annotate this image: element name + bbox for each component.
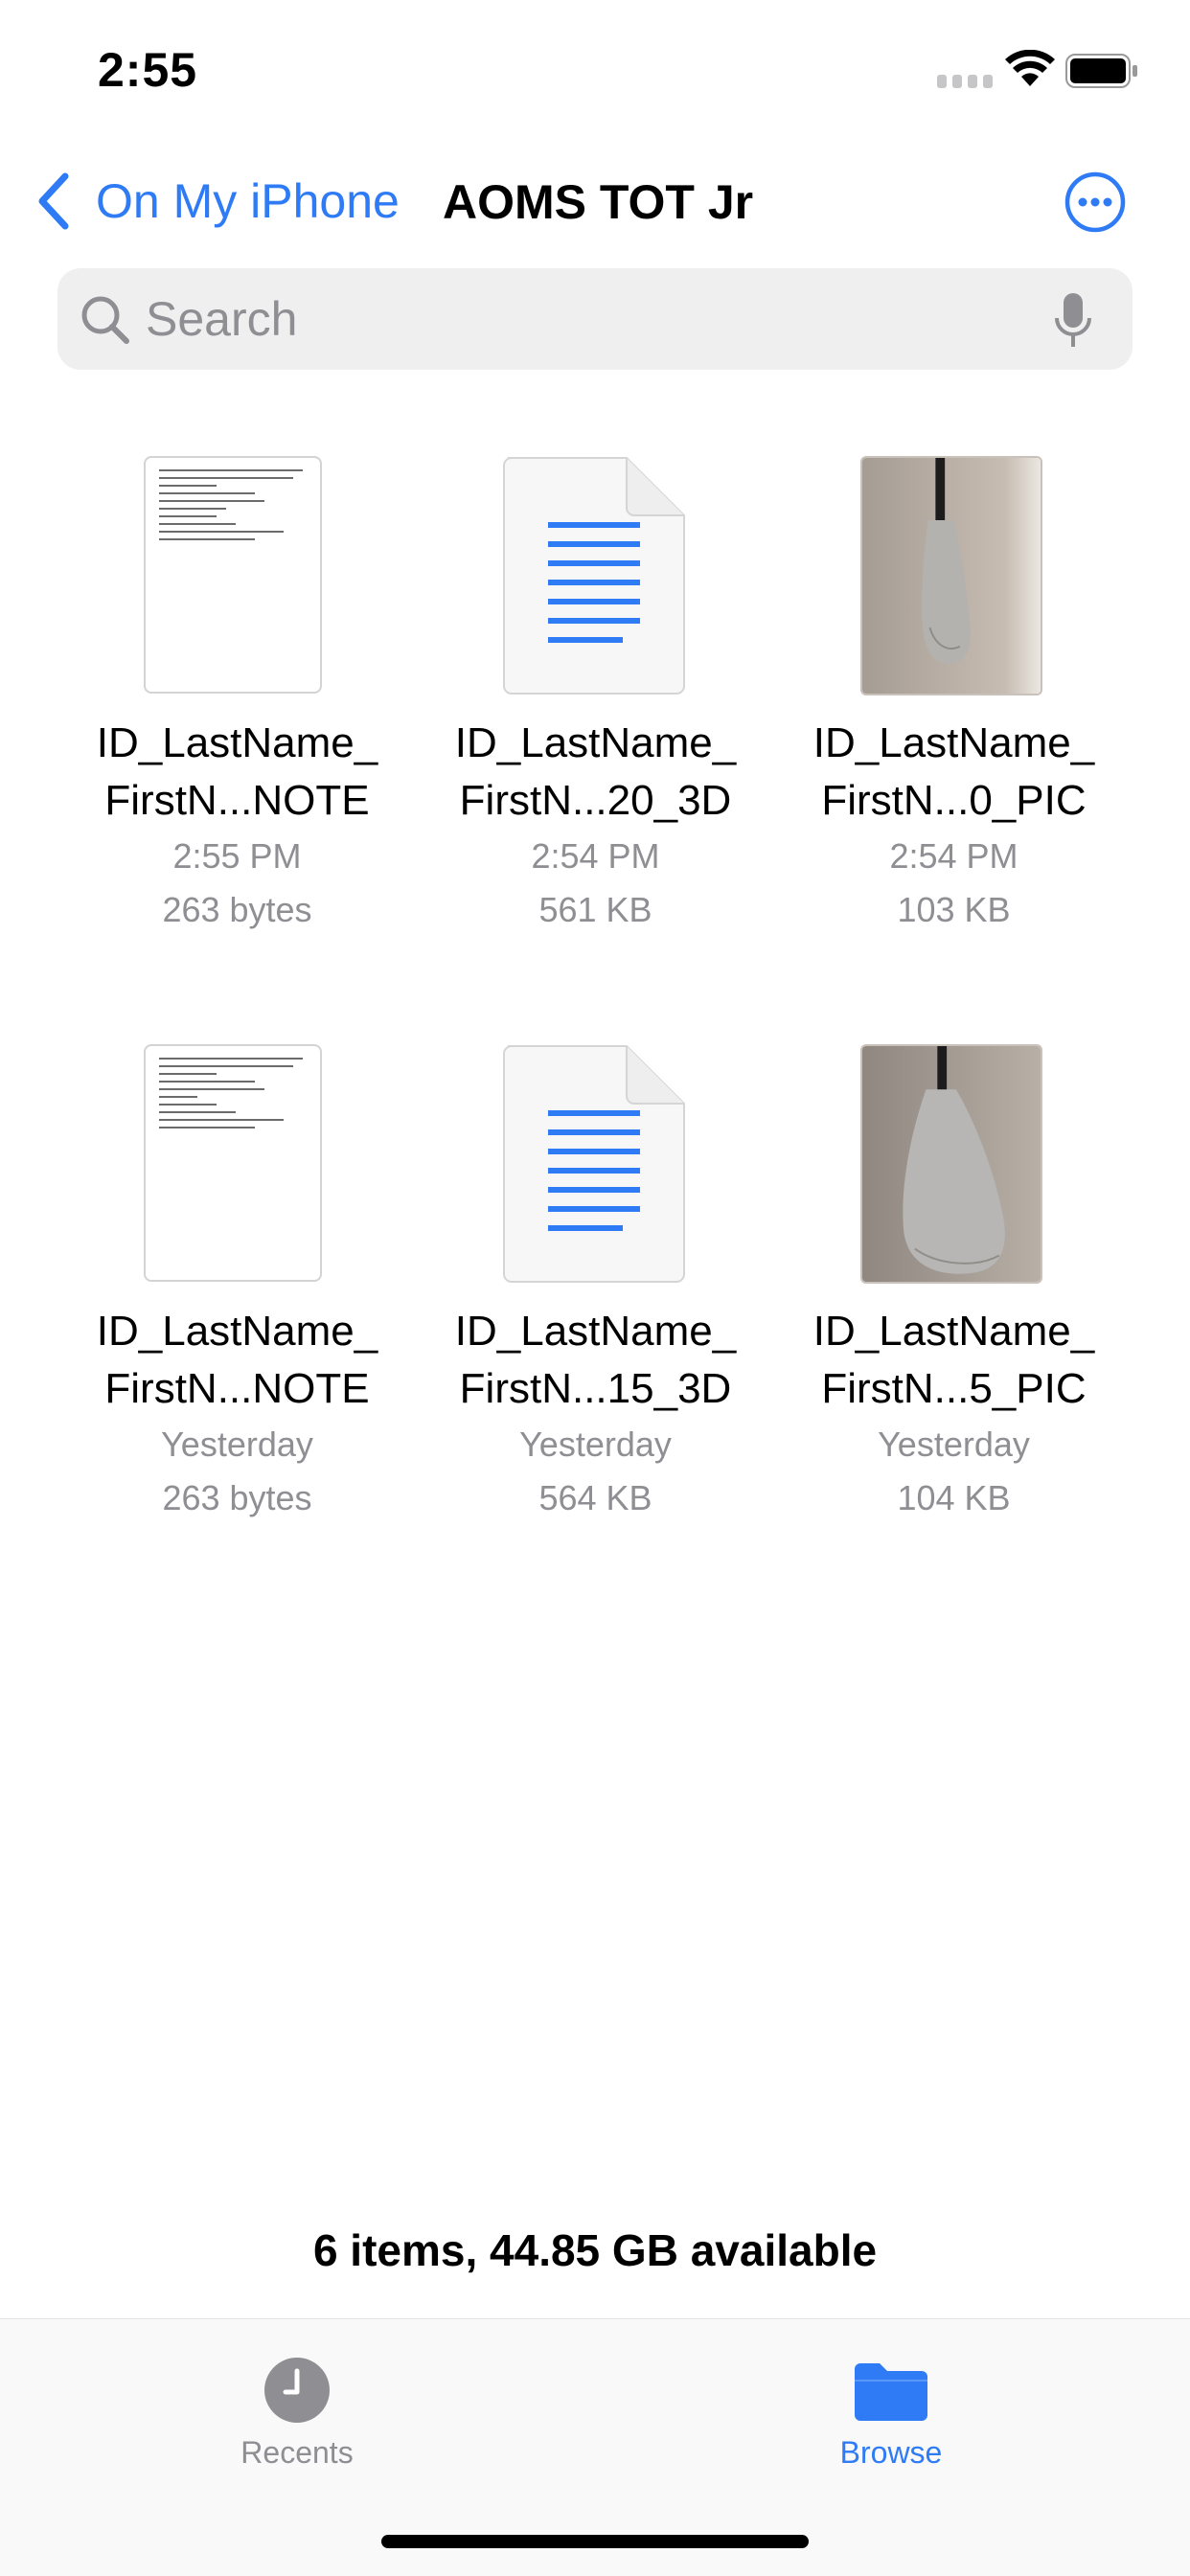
note-thumbnail xyxy=(144,456,322,694)
file-name: ID_LastName_ FirstN...NOTE xyxy=(57,715,417,830)
file-date: Yesterday xyxy=(161,1425,313,1464)
file-name: ID_LastName_ FirstN...5_PIC xyxy=(774,1303,1133,1418)
tab-browse[interactable]: Browse xyxy=(776,2356,1006,2471)
status-time: 2:55 xyxy=(98,43,198,97)
file-date: Yesterday xyxy=(878,1425,1030,1464)
back-button[interactable]: On My iPhone xyxy=(34,172,400,230)
microphone-icon[interactable] xyxy=(1054,291,1092,351)
photo-thumbnail xyxy=(860,456,1042,695)
file-name: ID_LastName_ FirstN...0_PIC xyxy=(774,715,1133,830)
file-size: 263 bytes xyxy=(162,890,312,929)
file-name-line2: FirstN...20_3D xyxy=(459,777,732,824)
file-size: 564 KB xyxy=(538,1478,652,1517)
file-name-line1: ID_LastName_ xyxy=(454,1308,737,1355)
file-name-line2: FirstN...NOTE xyxy=(104,1365,370,1412)
file-item[interactable]: ID_LastName_ FirstN...NOTE 2:55 PM 263 b… xyxy=(57,441,417,937)
file-size: 104 KB xyxy=(897,1478,1011,1517)
back-label: On My iPhone xyxy=(96,174,400,228)
file-date: 2:54 PM xyxy=(889,836,1018,876)
file-name-line2: FirstN...NOTE xyxy=(104,777,370,824)
file-date: Yesterday xyxy=(519,1425,672,1464)
file-name: ID_LastName_ FirstN...15_3D xyxy=(416,1303,775,1418)
file-item[interactable]: ID_LastName_ FirstN...5_PIC Yesterday 10… xyxy=(774,1029,1133,1525)
file-name-line1: ID_LastName_ xyxy=(812,719,1095,766)
clock-icon xyxy=(264,2358,330,2423)
search-icon xyxy=(81,296,129,344)
cellular-signal-icon xyxy=(937,75,993,88)
status-bar: 2:55 xyxy=(0,0,1190,144)
tab-recents[interactable]: Recents xyxy=(182,2356,412,2471)
storage-status: 6 items, 44.85 GB available xyxy=(312,2225,878,2275)
file-name-line1: ID_LastName_ xyxy=(454,719,737,766)
more-options-icon[interactable] xyxy=(1064,171,1127,234)
document-icon xyxy=(503,457,685,695)
tab-label: Browse xyxy=(839,2435,943,2470)
chevron-left-icon xyxy=(38,172,69,230)
file-size: 561 KB xyxy=(538,890,652,929)
file-item[interactable]: ID_LastName_ FirstN...NOTE Yesterday 263… xyxy=(57,1029,417,1525)
page-title: AOMS TOT Jr xyxy=(443,175,754,229)
folder-icon xyxy=(855,2363,927,2421)
wifi-icon xyxy=(1005,50,1055,86)
tab-label: Recents xyxy=(240,2435,354,2470)
file-name: ID_LastName_ FirstN...NOTE xyxy=(57,1303,417,1418)
file-name-line1: ID_LastName_ xyxy=(812,1308,1095,1355)
file-name-line1: ID_LastName_ xyxy=(96,1308,378,1355)
file-name-line2: FirstN...0_PIC xyxy=(821,777,1087,824)
file-name-line1: ID_LastName_ xyxy=(96,719,378,766)
note-thumbnail xyxy=(144,1044,322,1282)
file-item[interactable]: ID_LastName_ FirstN...15_3D Yesterday 56… xyxy=(416,1029,775,1525)
home-indicator xyxy=(381,2535,809,2548)
battery-icon xyxy=(1065,54,1137,88)
file-item[interactable]: ID_LastName_ FirstN...20_3D 2:54 PM 561 … xyxy=(416,441,775,937)
navigation-bar: On My iPhone AOMS TOT Jr xyxy=(0,153,1190,249)
file-name: ID_LastName_ FirstN...20_3D xyxy=(416,715,775,830)
file-name-line2: FirstN...5_PIC xyxy=(821,1365,1087,1412)
document-icon xyxy=(503,1045,685,1283)
search-input[interactable] xyxy=(146,268,1008,370)
file-date: 2:54 PM xyxy=(531,836,660,876)
file-item[interactable]: ID_LastName_ FirstN...0_PIC 2:54 PM 103 … xyxy=(774,441,1133,937)
file-name-line2: FirstN...15_3D xyxy=(459,1365,732,1412)
photo-thumbnail xyxy=(860,1044,1042,1284)
file-date: 2:55 PM xyxy=(172,836,302,876)
file-size: 103 KB xyxy=(897,890,1011,929)
file-size: 263 bytes xyxy=(162,1478,312,1517)
search-bar[interactable] xyxy=(57,268,1133,370)
